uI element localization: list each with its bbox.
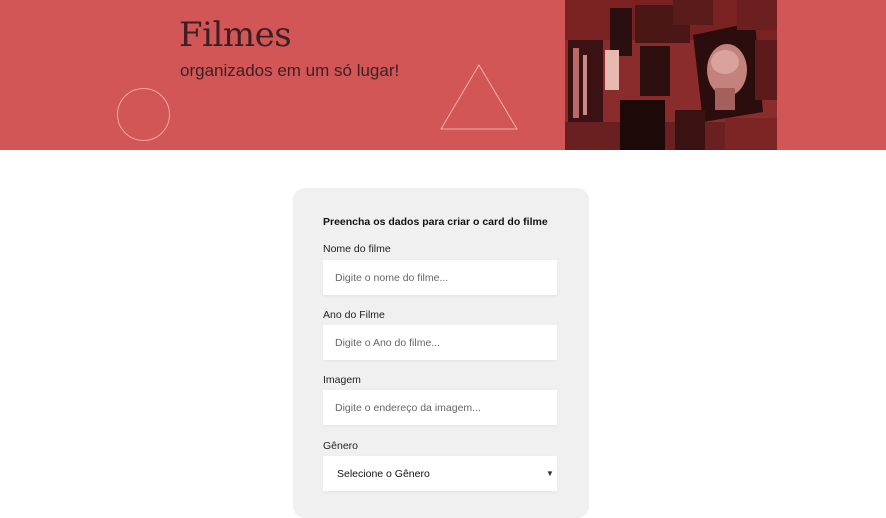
chevron-down-icon: ▼	[546, 469, 554, 478]
movie-name-label: Nome do filme	[323, 243, 391, 255]
form-heading: Preencha os dados para criar o card do f…	[323, 216, 548, 228]
movie-year-input[interactable]	[323, 325, 557, 360]
movie-year-label: Ano do Filme	[323, 309, 385, 321]
hero-banner: Filmes organizados em um só lugar!	[0, 0, 886, 150]
hero-photo	[565, 0, 777, 150]
movie-name-input[interactable]	[323, 260, 557, 295]
genre-select[interactable]: Selecione o Gênero ▼	[323, 456, 557, 491]
hero-subtitle: organizados em um só lugar!	[180, 61, 400, 80]
genre-label: Gênero	[323, 440, 359, 452]
decorative-triangle-icon	[440, 64, 518, 130]
hero-title: Filmes	[179, 15, 292, 55]
decorative-circle-icon	[117, 88, 170, 141]
genre-select-value: Selecione o Gênero	[337, 467, 430, 480]
movie-form-card: Preencha os dados para criar o card do f…	[293, 188, 589, 518]
image-label: Imagem	[323, 374, 361, 386]
image-url-input[interactable]	[323, 390, 557, 425]
